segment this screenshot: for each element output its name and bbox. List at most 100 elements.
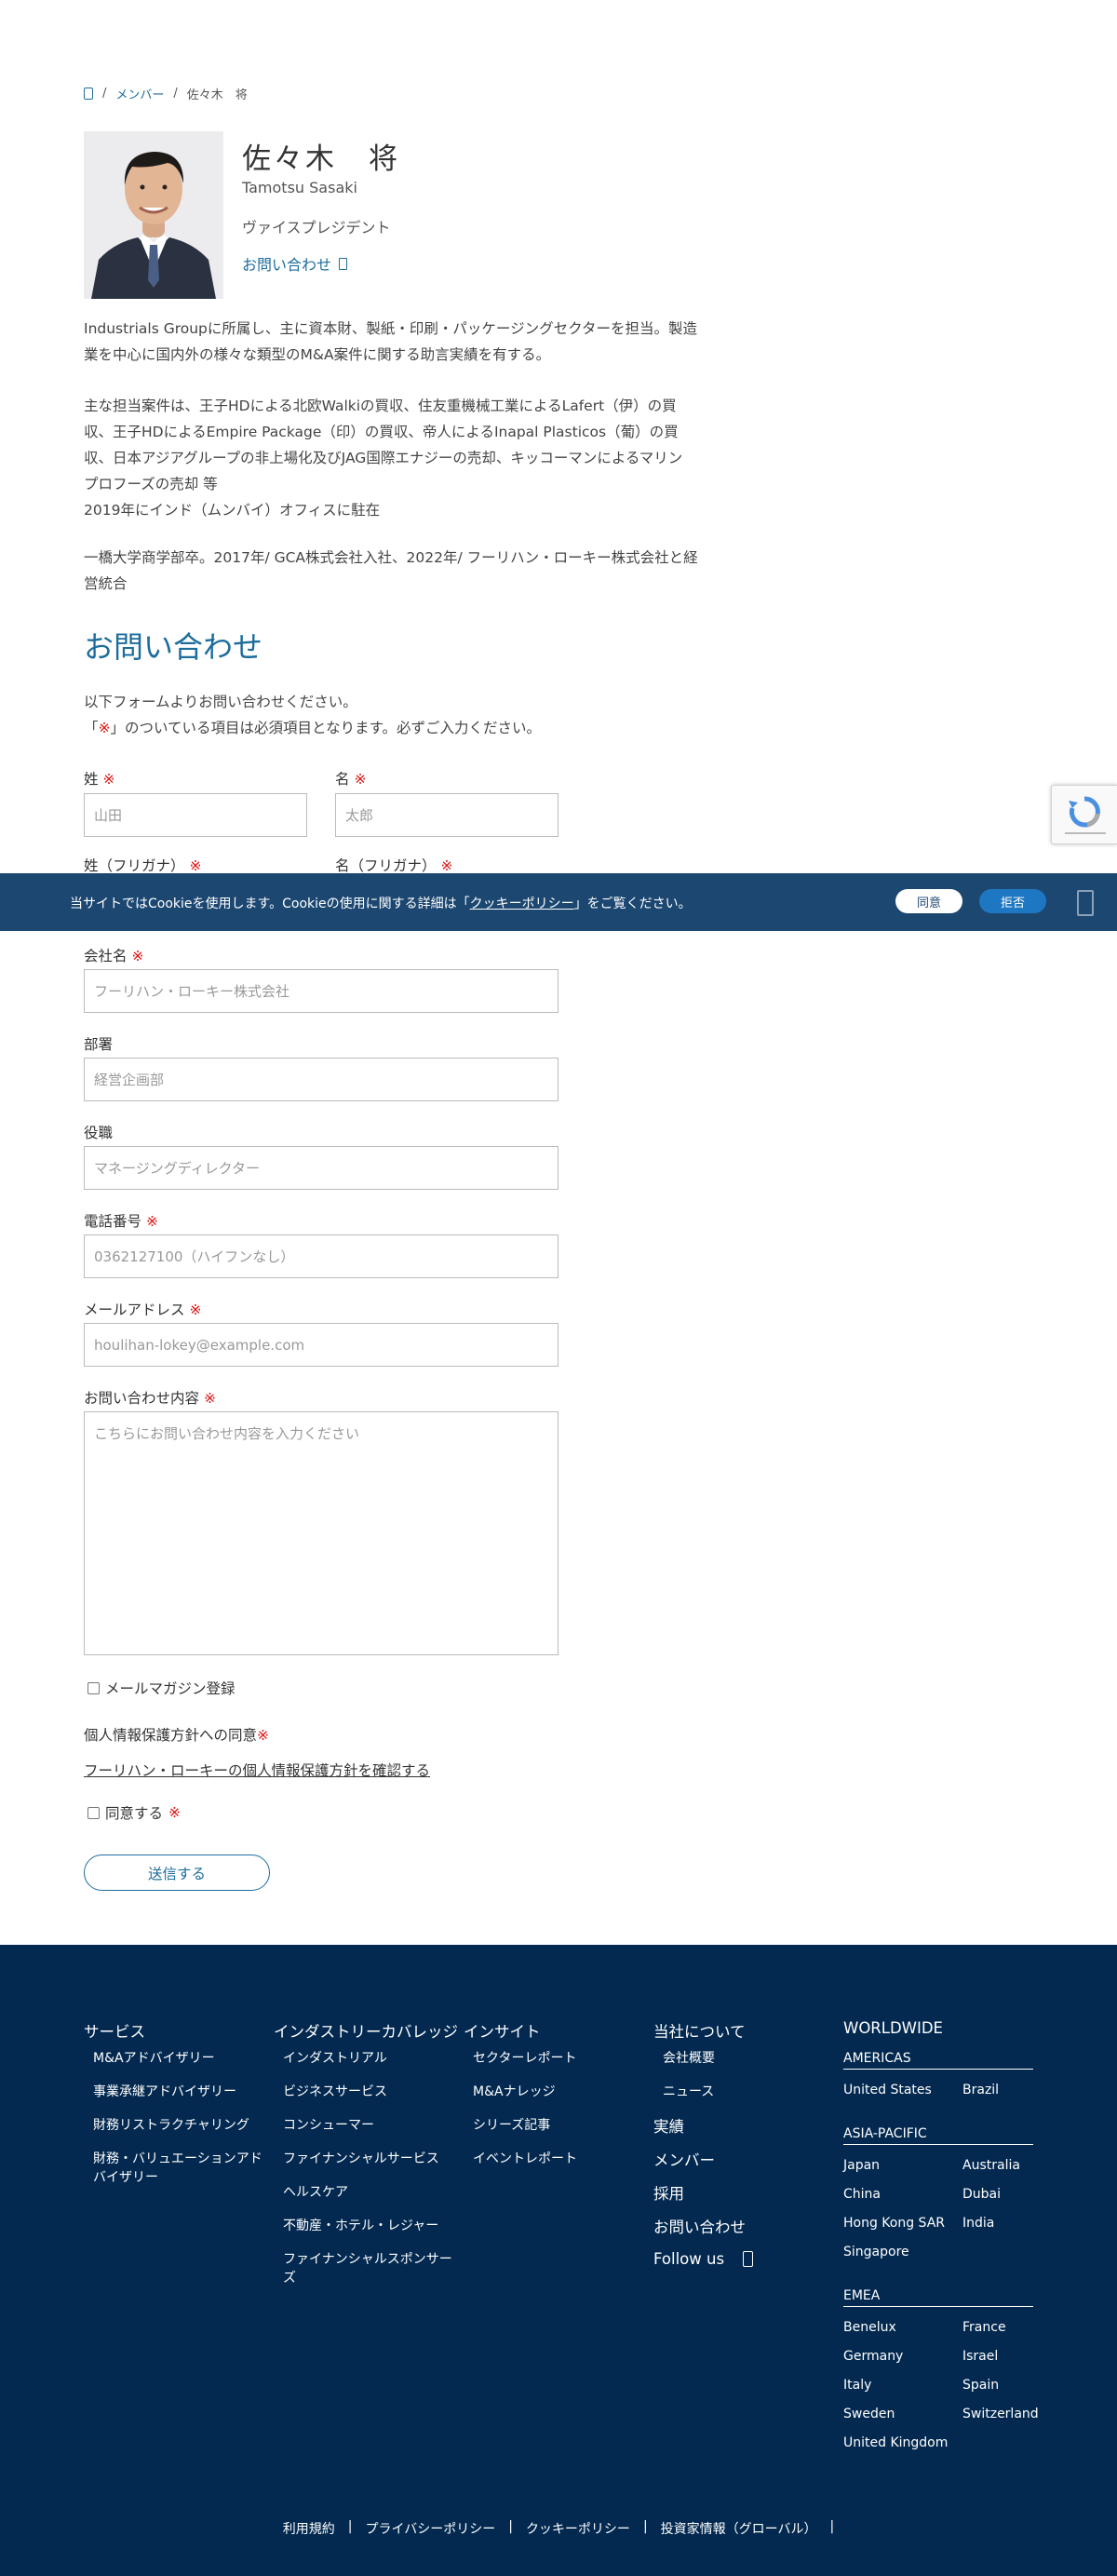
phone-field[interactable] [84, 1234, 558, 1278]
home-icon[interactable] [84, 88, 93, 100]
country-link[interactable]: Australia [962, 2156, 1020, 2175]
footer-link-results[interactable]: 実績 [653, 2114, 684, 2137]
profile-contact-link[interactable]: お問い合わせ [242, 252, 348, 275]
country-link[interactable]: France [962, 2318, 1006, 2337]
email-label: メールアドレス ※ [84, 1301, 202, 1318]
footer-follow-us[interactable]: Follow us [653, 2250, 754, 2268]
cookie-policy-link[interactable]: クッキーポリシー [470, 897, 574, 911]
footer-bottom-links: 利用規約 | プライバシーポリシー | クッキーポリシー | 投資家情報（グロー… [282, 2519, 835, 2538]
footer-link-contact[interactable]: お問い合わせ [653, 2215, 746, 2237]
phone-label: 電話番号 ※ [84, 1213, 158, 1230]
bio-paragraph-2: 主な担当案件は、王子HDによる北欧Walkiの買収、住友重機械工業によるLafe… [84, 398, 683, 519]
region-apac: ASIA-PACIFIC [843, 2126, 1033, 2145]
footer-industry-item[interactable]: ファイナンシャルスポンサー [283, 2250, 452, 2269]
footer-insight-item[interactable]: セクターレポート [473, 2049, 576, 2068]
email-field[interactable] [84, 1323, 558, 1367]
cookie-agree-button[interactable]: 同意 [895, 889, 962, 913]
footer-link-careers[interactable]: 採用 [653, 2181, 684, 2204]
cookie-refuse-button[interactable]: 拒否 [979, 889, 1046, 913]
dept-label: 部署 [84, 1036, 114, 1053]
privacy-policy-footer-link[interactable]: プライバシーポリシー [365, 2519, 495, 2538]
country-link[interactable]: Germany [843, 2347, 903, 2366]
newsletter-checkbox[interactable] [87, 1681, 100, 1694]
footer-industry-item[interactable]: ヘルスケア [283, 2183, 348, 2202]
footer-service-item[interactable]: 財務リストラクチャリング [93, 2116, 249, 2135]
cookie-banner: 当サイトではCookieを使用します。Cookieの使用に関する詳細は「クッキー… [0, 873, 1117, 931]
terms-link[interactable]: 利用規約 [283, 2519, 335, 2538]
footer-service-item-cont[interactable]: バイザリー [93, 2168, 158, 2187]
country-link[interactable]: United States [843, 2081, 932, 2099]
footer-services-heading[interactable]: サービス [84, 2019, 145, 2042]
recaptcha-badge[interactable] [1051, 785, 1117, 844]
site-footer: サービス M&Aアドバイザリー 事業承継アドバイザリー 財務リストラクチャリング… [0, 1945, 1117, 2576]
position-field[interactable] [84, 1146, 558, 1190]
privacy-policy-link[interactable]: フーリハン・ローキーの個人情報保護方針を確認する [84, 1760, 430, 1780]
footer-industry-item[interactable]: 不動産・ホテル・レジャー [283, 2217, 438, 2235]
country-link[interactable]: India [962, 2214, 994, 2232]
country-link[interactable]: Benelux [843, 2318, 896, 2337]
footer-industry-item-cont[interactable]: ズ [283, 2269, 296, 2287]
submit-button[interactable]: 送信する [84, 1854, 270, 1891]
position-label: 役職 [84, 1125, 114, 1141]
footer-industry-item[interactable]: ファイナンシャルサービス [283, 2150, 439, 2168]
footer-insight-heading[interactable]: インサイト [464, 2019, 541, 2042]
first-name-field[interactable] [335, 793, 558, 837]
agree-checkbox[interactable] [87, 1806, 100, 1819]
country-link[interactable]: Dubai [962, 2185, 1001, 2204]
contact-intro: 以下フォームよりお問い合わせください。 「※」のついている項目は必須項目となりま… [84, 694, 542, 736]
footer-about-item[interactable]: ニュース [663, 2083, 714, 2101]
region-emea: EMEA [843, 2288, 1033, 2307]
footer-about-item[interactable]: 会社概要 [663, 2049, 715, 2068]
breadcrumb-members[interactable]: メンバー [115, 85, 164, 102]
bio-paragraph-1: Industrials Groupに所属し、主に資本財、製紙・印刷・パッケージン… [84, 320, 697, 363]
footer-service-item[interactable]: 財務・バリュエーションアド [93, 2150, 262, 2168]
footer-industry-item[interactable]: インダストリアル [283, 2049, 387, 2068]
country-link[interactable]: Singapore [843, 2243, 909, 2261]
profile-title: ヴァイスプレジデント [242, 219, 391, 236]
country-link[interactable]: Spain [962, 2376, 999, 2394]
country-link[interactable]: Switzerland [962, 2405, 1039, 2423]
cookie-text: 当サイトではCookieを使用します。Cookieの使用に関する詳細は「クッキー… [70, 897, 692, 911]
linkedin-icon[interactable] [743, 2251, 754, 2267]
country-link[interactable]: Sweden [843, 2405, 895, 2423]
company-field[interactable] [84, 969, 558, 1013]
profile-photo [84, 131, 223, 299]
external-link-icon [339, 257, 348, 270]
footer-industry-item[interactable]: ビジネスサービス [283, 2083, 387, 2101]
last-name-field[interactable] [84, 793, 307, 837]
privacy-label: 個人情報保護方針への同意※ [84, 1727, 270, 1744]
footer-service-item[interactable]: 事業承継アドバイザリー [93, 2083, 236, 2101]
footer-about-heading[interactable]: 当社について [653, 2019, 746, 2042]
dept-field[interactable] [84, 1058, 558, 1101]
region-americas: AMERICAS [843, 2051, 1033, 2070]
first-kana-label: 名（フリガナ） ※ [335, 857, 453, 874]
footer-industry-heading[interactable]: インダストリーカバレッジ [274, 2019, 458, 2042]
footer-insight-item[interactable]: シリーズ記事 [473, 2116, 550, 2135]
agree-checkbox-row[interactable]: 同意する ※ [87, 1802, 181, 1823]
footer-industry-item[interactable]: コンシューマー [283, 2116, 374, 2135]
contact-heading: お問い合わせ [84, 629, 263, 665]
country-link[interactable]: China [843, 2185, 881, 2204]
profile-name-en: Tamotsu Sasaki [242, 179, 357, 196]
profile-contact-label: お問い合わせ [242, 256, 332, 274]
footer-link-members[interactable]: メンバー [653, 2148, 715, 2170]
bio-paragraph-3: 一橋大学商学部卒。2017年/ GCA株式会社入社、2022年/ フーリハン・ロ… [84, 549, 698, 592]
inquiry-textarea[interactable] [84, 1411, 558, 1655]
close-icon[interactable] [1077, 890, 1094, 916]
footer-worldwide-heading: WORLDWIDE [843, 2019, 943, 2037]
inquiry-label: お問い合わせ内容 ※ [84, 1390, 216, 1407]
country-link[interactable]: United Kingdom [843, 2434, 948, 2452]
country-link[interactable]: Brazil [962, 2081, 999, 2099]
country-link[interactable]: Japan [843, 2156, 880, 2175]
cookie-policy-footer-link[interactable]: クッキーポリシー [526, 2519, 630, 2538]
country-link[interactable]: Israel [962, 2347, 998, 2366]
country-link[interactable]: Italy [843, 2376, 871, 2394]
investor-relations-link[interactable]: 投資家情報（グローバル） [661, 2519, 817, 2538]
footer-insight-item[interactable]: イベントレポート [473, 2150, 577, 2168]
last-kana-label: 姓（フリガナ） ※ [84, 857, 202, 874]
last-name-label: 姓 ※ [84, 771, 115, 788]
newsletter-checkbox-row[interactable]: メールマガジン登録 [87, 1678, 236, 1698]
footer-insight-item[interactable]: M&Aナレッジ [473, 2083, 556, 2101]
footer-service-item[interactable]: M&Aアドバイザリー [93, 2049, 215, 2068]
country-link[interactable]: Hong Kong SAR [843, 2214, 945, 2232]
